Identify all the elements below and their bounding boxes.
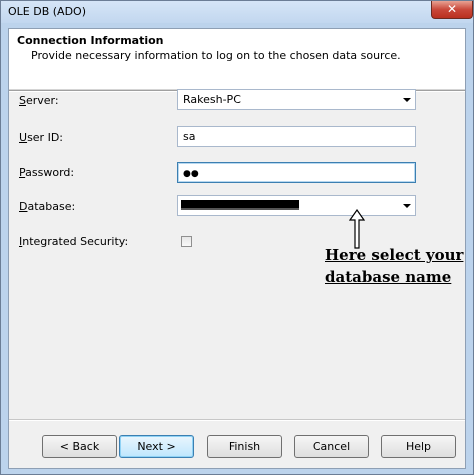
password-input[interactable]: ●●: [177, 162, 416, 183]
header-panel: Connection Information Provide necessary…: [9, 29, 465, 90]
finish-button[interactable]: Finish: [207, 435, 282, 458]
server-combobox[interactable]: Rakesh-PC: [177, 89, 416, 110]
database-combobox[interactable]: [177, 195, 416, 216]
annotation-line-1: Here select your: [325, 246, 464, 264]
user-id-label: User ID:: [19, 131, 64, 144]
chevron-down-icon[interactable]: [403, 204, 411, 208]
password-value: ●●: [183, 169, 199, 179]
close-icon[interactable]: ✕: [431, 1, 473, 19]
password-label: Password:: [19, 166, 75, 179]
title-bar: OLE DB (ADO) ✕: [1, 1, 473, 23]
header-title: Connection Information: [17, 34, 164, 47]
redaction-underline: [181, 208, 299, 210]
dialog-client-area: Connection Information Provide necessary…: [8, 28, 466, 469]
back-button[interactable]: < Back: [42, 435, 117, 458]
integrated-security-checkbox[interactable]: [181, 236, 192, 247]
next-button[interactable]: Next >: [119, 435, 194, 458]
server-value: Rakesh-PC: [183, 93, 241, 106]
header-subtitle: Provide necessary information to log on …: [31, 49, 401, 62]
help-button[interactable]: Help: [381, 435, 456, 458]
integrated-security-label: Integrated Security:: [19, 235, 129, 248]
window-title: OLE DB (ADO): [8, 5, 86, 18]
arrow-up-icon: [349, 209, 365, 249]
cancel-button[interactable]: Cancel: [294, 435, 369, 458]
chevron-down-icon[interactable]: [403, 98, 411, 102]
footer-separator: [9, 419, 465, 421]
annotation-line-2: database name: [325, 268, 452, 286]
ole-db-dialog: OLE DB (ADO) ✕ Connection Information Pr…: [0, 0, 474, 475]
server-label: Server:: [19, 94, 59, 107]
user-id-value: sa: [183, 130, 196, 143]
user-id-input[interactable]: sa: [177, 126, 416, 147]
redacted-database-name: [181, 200, 299, 208]
database-label: Database:: [19, 200, 76, 213]
